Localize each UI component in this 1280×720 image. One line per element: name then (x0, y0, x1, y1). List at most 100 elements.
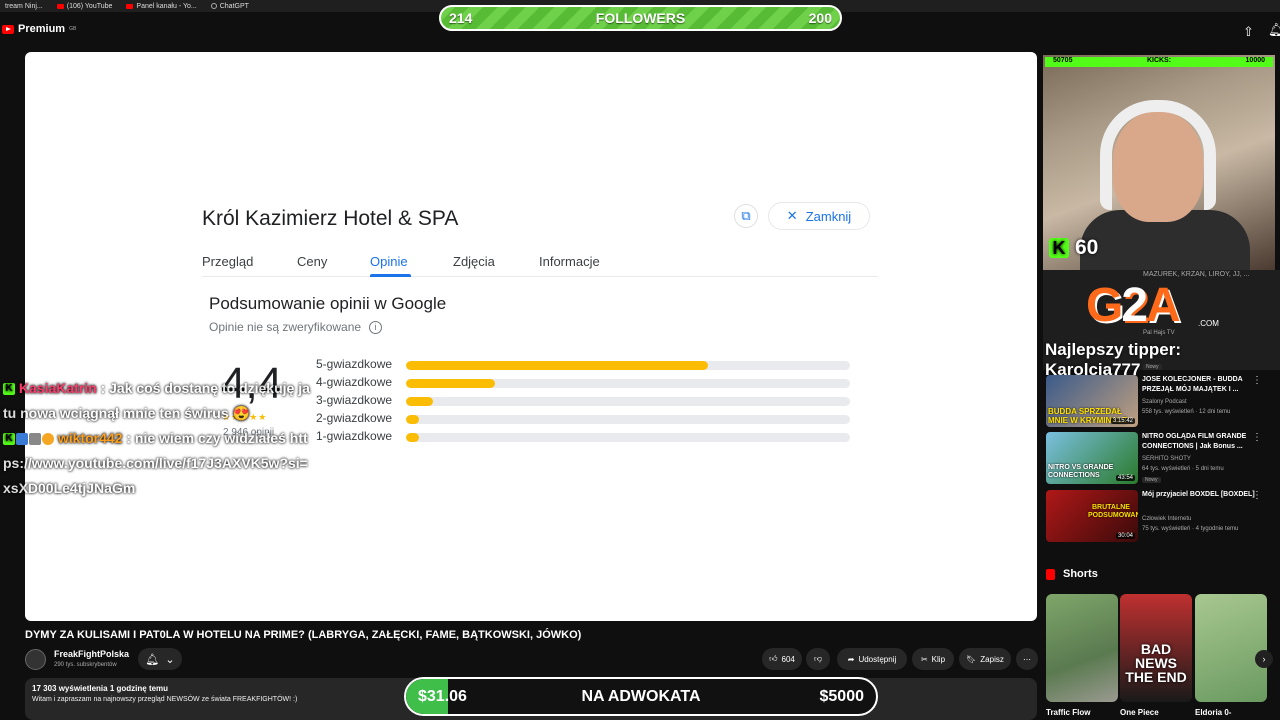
thumbs-up-icon: 👍︎ (769, 654, 778, 663)
recommendation-title: NITRO OGLĄDA FILM GRANDE CONNECTIONS | J… (1142, 433, 1247, 450)
close-icon: ✕ (786, 208, 798, 223)
short-thumbnail[interactable] (1046, 594, 1118, 702)
recommendation-item[interactable]: NITRO VS GRANDE CONNECTIONS 43:54 NITRO … (1046, 432, 1280, 486)
recommendation-meta: 558 tys. wyświetleń · 12 dni temu (1142, 409, 1231, 415)
recommendation-meta: 75 tys. wyświetleń · 4 tygodnie temu (1142, 526, 1239, 532)
rating-bar (406, 433, 850, 442)
tab-overview[interactable]: Przegląd (202, 254, 253, 269)
reviews-summary-title: Podsumowanie opinii w Google (209, 294, 447, 313)
chat-username: wiktor442 (57, 430, 123, 446)
upload-icon[interactable]: ⇧ (1243, 24, 1254, 40)
chatgpt-icon (210, 3, 217, 9)
new-badge: Nowy (1142, 477, 1161, 483)
rating-bar (406, 397, 850, 406)
more-vert-icon[interactable]: ⋮ (1252, 490, 1262, 501)
tab-prices[interactable]: Ceny (297, 254, 327, 269)
kicks-goal-bar: 50705 KICKS: 10000 (1045, 57, 1273, 67)
short-title: One Piece (1120, 708, 1159, 717)
recommendation-thumbnail: BUDDA SPRZEDAŁ MNIE W KRYMINALE 3:15:42 (1046, 375, 1138, 427)
more-vert-icon[interactable]: ⋮ (1252, 432, 1262, 443)
kick-badge-icon: K (3, 383, 15, 396)
short-thumbnail[interactable]: BAD NEWS THE END (1120, 594, 1192, 702)
short-title: Eldoria 0- (1195, 708, 1232, 717)
rating-bar (406, 379, 850, 388)
chevron-right-icon[interactable]: › (1255, 650, 1273, 668)
rating-bar-label: 3-gwiazdkowe (316, 393, 393, 407)
info-icon[interactable]: i (369, 320, 383, 334)
more-button[interactable]: ⋯ (1016, 648, 1038, 670)
chat-overlay: K KasiaKatrin : Jak coś dostanę to dzięk… (3, 376, 313, 501)
recommendation-meta: 64 tys. wyświetleń · 5 dni temu (1142, 466, 1224, 472)
youtube-icon (2, 24, 14, 34)
g2a-com-label: .COM (1198, 319, 1219, 328)
open-external-button[interactable]: ⧉ (734, 204, 758, 228)
video-player[interactable]: Król Kazimierz Hotel & SPA ⧉ ✕ Zamknij Pr… (25, 52, 1037, 621)
bookmark-item[interactable]: (106) YouTube (56, 3, 112, 10)
bookmark-item[interactable]: tream Ninj... (2, 3, 43, 10)
open-external-icon: ⧉ (741, 208, 751, 223)
active-tab-indicator (370, 274, 411, 277)
subscriber-badge-icon (16, 433, 28, 446)
thumbs-down-icon: 👎︎ (813, 654, 823, 663)
rating-bar-fill (406, 415, 420, 424)
coin-badge-icon (42, 433, 54, 446)
rating-bar-fill (406, 361, 708, 370)
youtube-premium-logo[interactable]: Premium GB (2, 23, 76, 35)
chat-emoji: 😍 (232, 405, 250, 421)
share-icon: ➦ (847, 654, 855, 664)
kick-logo-icon: K (1049, 238, 1069, 258)
tab-photos[interactable]: Zdjęcia (453, 254, 495, 269)
hotel-title: Król Kazimierz Hotel & SPA (202, 207, 459, 230)
kick-viewer-count: K 60 (1049, 236, 1098, 260)
short-thumbnail[interactable] (1195, 594, 1267, 702)
gift-badge-icon (29, 433, 41, 446)
bookmark-icon: 🔖︎ (966, 654, 977, 664)
share-button[interactable]: ➦ Udostępnij (837, 648, 907, 670)
chat-message: K KasiaKatrin : Jak coś dostanę to dzięk… (3, 376, 313, 426)
recommendation-channel: Człowiek Internetu (1142, 516, 1192, 522)
hidden-rec-title: MAZUREK, KRZAN, LIROY, JJ, ... (1143, 271, 1250, 278)
followers-current: 214 (449, 10, 473, 26)
recommendation-thumbnail: BRUTALNE PODSUMOWANIE 30:04 (1046, 490, 1138, 542)
recommendation-title: Mój przyjaciel BOXDEL [BOXDEL] (1142, 491, 1255, 498)
rating-bar (406, 415, 850, 424)
recommendation-item[interactable]: BUDDA SPRZEDAŁ MNIE W KRYMINALE 3:15:42 … (1046, 375, 1280, 429)
bookmark-item[interactable]: Panel kanału - Yo... (126, 3, 197, 10)
kick-badge-icon: K (3, 433, 15, 446)
tabs-divider (202, 276, 878, 277)
notifications-icon[interactable]: 🔔︎ (1268, 22, 1280, 38)
more-icon: ⋯ (1023, 654, 1031, 664)
new-badge: Nowy (1143, 364, 1162, 370)
followers-goal-overlay: 214 FOLLOWERS 200 (439, 5, 842, 31)
channel-subscribers: 290 tys. subskrybentów (54, 662, 117, 668)
clip-button[interactable]: ✂ Klip (912, 648, 954, 670)
recommendation-title: JOSE KOLECJONER - BUDDA PRZEJĄŁ MÓJ MAJĄ… (1142, 376, 1243, 393)
recommendation-channel: Szalony Podcast (1142, 399, 1187, 405)
unverified-note: Opinie nie są zweryfikowane i (209, 320, 383, 334)
more-vert-icon[interactable]: ⋮ (1252, 375, 1262, 386)
save-button[interactable]: 🔖︎ Zapisz (959, 648, 1011, 670)
chat-message: K wiktor442 : nie wiem czy widziałeś htt… (3, 426, 313, 501)
scissors-icon: ✂ (920, 654, 928, 664)
bell-icon: 🔔︎ (145, 653, 160, 666)
g2a-logo: G2A (1086, 279, 1181, 332)
bookmark-item[interactable]: ChatGPT (210, 3, 249, 10)
close-button[interactable]: ✕ Zamknij (768, 202, 870, 230)
chat-username: KasiaKatrin (18, 380, 97, 396)
rating-bar-fill (406, 379, 495, 388)
headset-icon (1100, 100, 1216, 210)
tab-info[interactable]: Informacje (539, 254, 600, 269)
channel-avatar[interactable] (25, 649, 46, 670)
youtube-icon (56, 3, 64, 9)
followers-label: FOLLOWERS (595, 10, 686, 26)
youtube-icon (126, 3, 134, 9)
channel-name[interactable]: FreakFightPolska (54, 649, 129, 659)
dislike-button[interactable]: 👎︎ (806, 648, 830, 670)
short-title: Traffic Flow (1046, 708, 1091, 717)
subscription-bell-button[interactable]: 🔔︎ ⌄ (138, 648, 182, 670)
tab-reviews[interactable]: Opinie (370, 254, 408, 269)
donation-goal-overlay: $31.06 NA ADWOKATA $5000 (404, 677, 878, 716)
recommendation-channel: SERHITO SHOTY (1142, 456, 1191, 462)
like-button[interactable]: 👍︎ 604 (762, 648, 802, 670)
recommendation-item[interactable]: BRUTALNE PODSUMOWANIE 30:04 Mój przyjaci… (1046, 490, 1280, 544)
